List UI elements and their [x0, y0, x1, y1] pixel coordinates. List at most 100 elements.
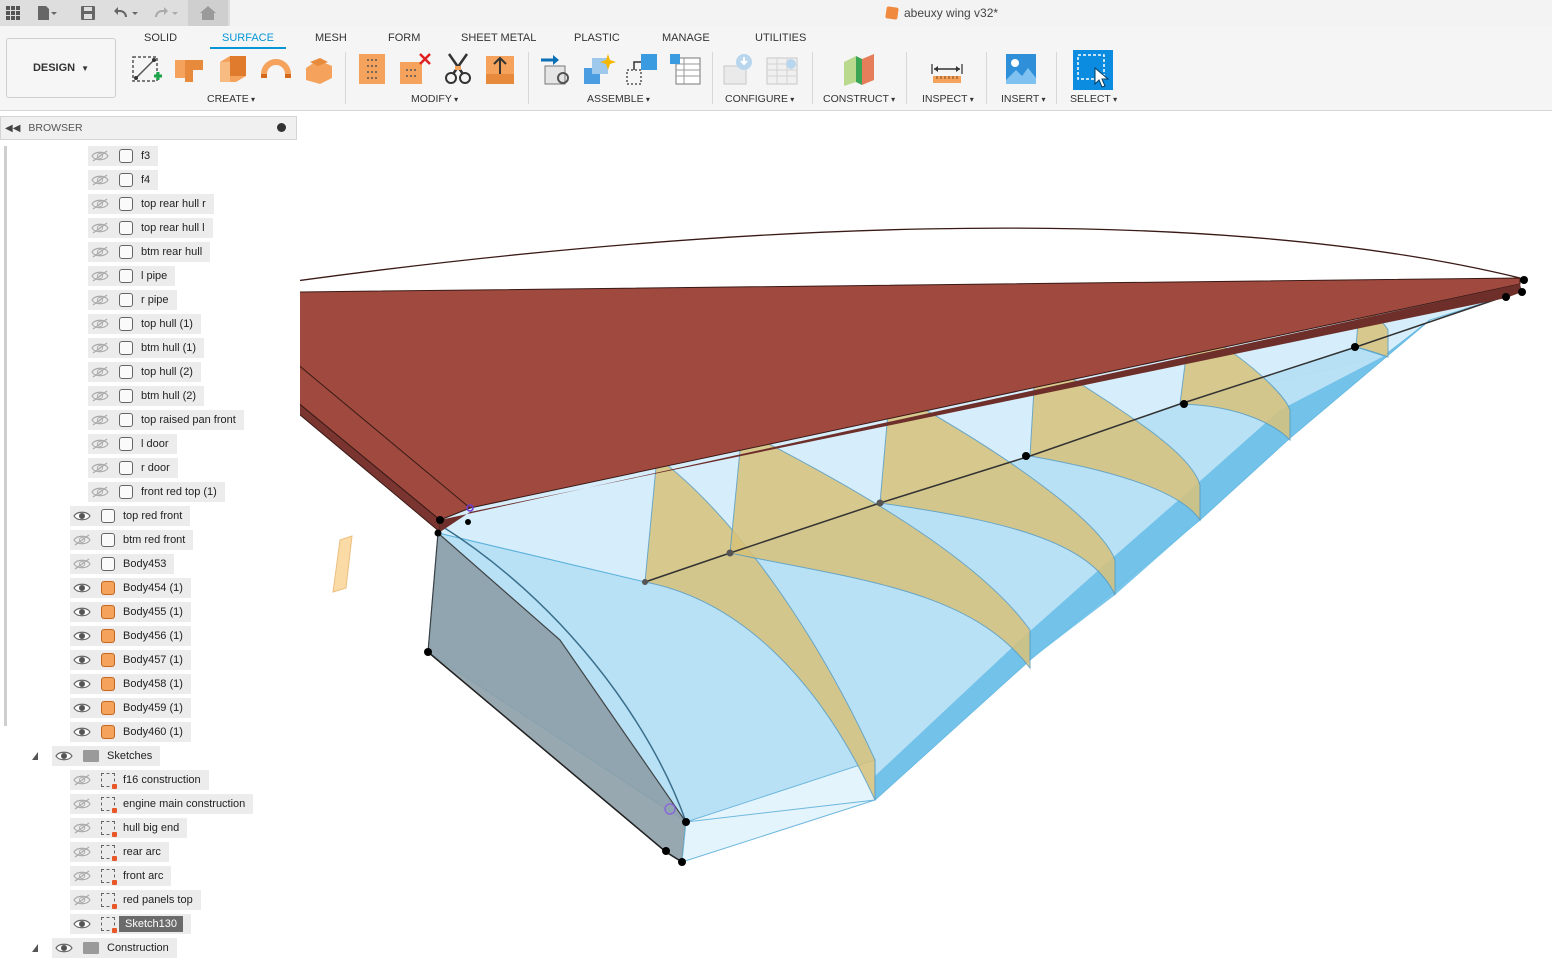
eye-hidden-icon[interactable] — [91, 390, 109, 402]
construct-plane-icon[interactable] — [842, 52, 876, 86]
patch-icon[interactable] — [216, 52, 250, 86]
sketch-item[interactable]: Sketch130 — [70, 914, 191, 934]
eye-hidden-icon[interactable] — [91, 438, 109, 450]
eye-icon[interactable] — [73, 630, 91, 642]
eye-icon[interactable] — [73, 678, 91, 690]
body-item[interactable]: Body456 (1) — [70, 626, 191, 646]
eye-hidden-icon[interactable] — [91, 462, 109, 474]
body-item[interactable]: top rear hull l — [88, 218, 213, 238]
body-item[interactable]: l pipe — [88, 266, 176, 286]
body-item[interactable]: top hull (2) — [88, 362, 201, 382]
eye-icon[interactable] — [55, 750, 73, 762]
extrude-surface-icon[interactable] — [173, 52, 207, 86]
eye-hidden-icon[interactable] — [91, 246, 109, 258]
assemble-menu[interactable]: ASSEMBLE — [587, 93, 650, 105]
body-item[interactable]: btm rear hull — [88, 242, 211, 262]
body-item[interactable]: top hull (1) — [88, 314, 201, 334]
3d-viewport[interactable] — [300, 111, 1552, 970]
body-item[interactable]: f3 — [88, 146, 159, 166]
sketch-item[interactable]: engine main construction — [70, 794, 254, 814]
eye-hidden-icon[interactable] — [73, 870, 91, 882]
collapse-panel-icon[interactable]: ◀◀ — [5, 123, 20, 134]
eye-hidden-icon[interactable] — [73, 558, 91, 570]
loft-surface-icon[interactable] — [302, 52, 336, 86]
eye-hidden-icon[interactable] — [73, 894, 91, 906]
insert-image-icon[interactable] — [1004, 52, 1038, 86]
body-item[interactable]: Body454 (1) — [70, 578, 191, 598]
bill-of-materials-icon[interactable] — [668, 52, 702, 86]
save-icon[interactable] — [78, 3, 98, 23]
body-item[interactable]: r pipe — [88, 290, 177, 310]
body-item[interactable]: Body457 (1) — [70, 650, 191, 670]
body-item[interactable]: btm hull (1) — [88, 338, 205, 358]
sketch-item[interactable]: front arc — [70, 866, 172, 886]
eye-hidden-icon[interactable] — [73, 822, 91, 834]
body-item[interactable]: btm red front — [70, 530, 194, 550]
configuration-table-icon[interactable] — [765, 52, 799, 86]
tab-surface[interactable]: SURFACE — [210, 32, 286, 49]
tab-sheet-metal[interactable]: SHEET METAL — [461, 32, 536, 44]
body-item[interactable]: r door — [88, 458, 178, 478]
undo-icon[interactable] — [110, 3, 144, 23]
tab-solid[interactable]: SOLID — [144, 32, 177, 44]
body-item[interactable]: front red top (1) — [88, 482, 225, 502]
eye-hidden-icon[interactable] — [91, 222, 109, 234]
body-item[interactable]: Body453 — [70, 554, 175, 574]
eye-icon[interactable] — [55, 942, 73, 954]
sketch-item[interactable]: hull big end — [70, 818, 188, 838]
sketch-item[interactable]: f16 construction — [70, 770, 209, 790]
body-item[interactable]: f4 — [88, 170, 159, 190]
file-icon[interactable] — [34, 3, 62, 23]
eye-hidden-icon[interactable] — [91, 366, 109, 378]
sketches-folder[interactable]: Sketches — [52, 746, 161, 766]
body-item[interactable]: Body455 (1) — [70, 602, 191, 622]
eye-hidden-icon[interactable] — [73, 774, 91, 786]
eye-hidden-icon[interactable] — [91, 318, 109, 330]
expand-toggle-icon[interactable] — [32, 752, 38, 760]
eye-icon[interactable] — [73, 606, 91, 618]
eye-hidden-icon[interactable] — [91, 150, 109, 162]
workspace-switcher[interactable]: DESIGN ▼ — [6, 38, 116, 98]
eye-hidden-icon[interactable] — [73, 798, 91, 810]
wing-model[interactable] — [300, 111, 1552, 970]
select-menu[interactable]: SELECT — [1070, 93, 1117, 105]
app-grid-icon[interactable] — [4, 3, 22, 23]
new-component-icon[interactable] — [539, 52, 573, 86]
configure-icon[interactable] — [722, 52, 756, 86]
tab-manage[interactable]: MANAGE — [662, 32, 710, 44]
construction-folder[interactable]: Construction — [52, 938, 177, 958]
create-menu[interactable]: CREATE — [207, 93, 255, 105]
body-item[interactable]: Body460 (1) — [70, 722, 191, 742]
modify-menu[interactable]: MODIFY — [411, 93, 458, 105]
expand-toggle-icon[interactable] — [32, 944, 38, 952]
eye-icon[interactable] — [73, 582, 91, 594]
select-button[interactable] — [1073, 50, 1113, 90]
tab-form[interactable]: FORM — [388, 32, 420, 44]
unstitch-icon[interactable] — [398, 52, 432, 86]
eye-icon[interactable] — [73, 726, 91, 738]
eye-icon[interactable] — [73, 654, 91, 666]
extend-icon[interactable] — [484, 52, 518, 86]
body-item[interactable]: Body459 (1) — [70, 698, 191, 718]
eye-icon[interactable] — [73, 702, 91, 714]
measure-icon[interactable] — [930, 52, 964, 86]
eye-icon[interactable] — [73, 510, 91, 522]
inspect-menu[interactable]: INSPECT — [922, 93, 974, 105]
eye-icon[interactable] — [73, 918, 91, 930]
create-sketch-icon[interactable] — [130, 52, 164, 86]
tab-utilities[interactable]: UTILITIES — [755, 32, 806, 44]
stitch-icon[interactable] — [355, 52, 389, 86]
eye-hidden-icon[interactable] — [91, 174, 109, 186]
eye-hidden-icon[interactable] — [73, 534, 91, 546]
sweep-surface-icon[interactable] — [259, 52, 293, 86]
eye-hidden-icon[interactable] — [91, 198, 109, 210]
eye-hidden-icon[interactable] — [91, 486, 109, 498]
eye-hidden-icon[interactable] — [73, 846, 91, 858]
eye-hidden-icon[interactable] — [91, 270, 109, 282]
insert-menu[interactable]: INSERT — [1001, 93, 1046, 105]
as-built-joint-icon[interactable] — [625, 52, 659, 86]
body-item[interactable]: l door — [88, 434, 177, 454]
tab-plastic[interactable]: PLASTIC — [574, 32, 620, 44]
sketch-item[interactable]: rear arc — [70, 842, 169, 862]
home-icon[interactable] — [188, 0, 228, 26]
